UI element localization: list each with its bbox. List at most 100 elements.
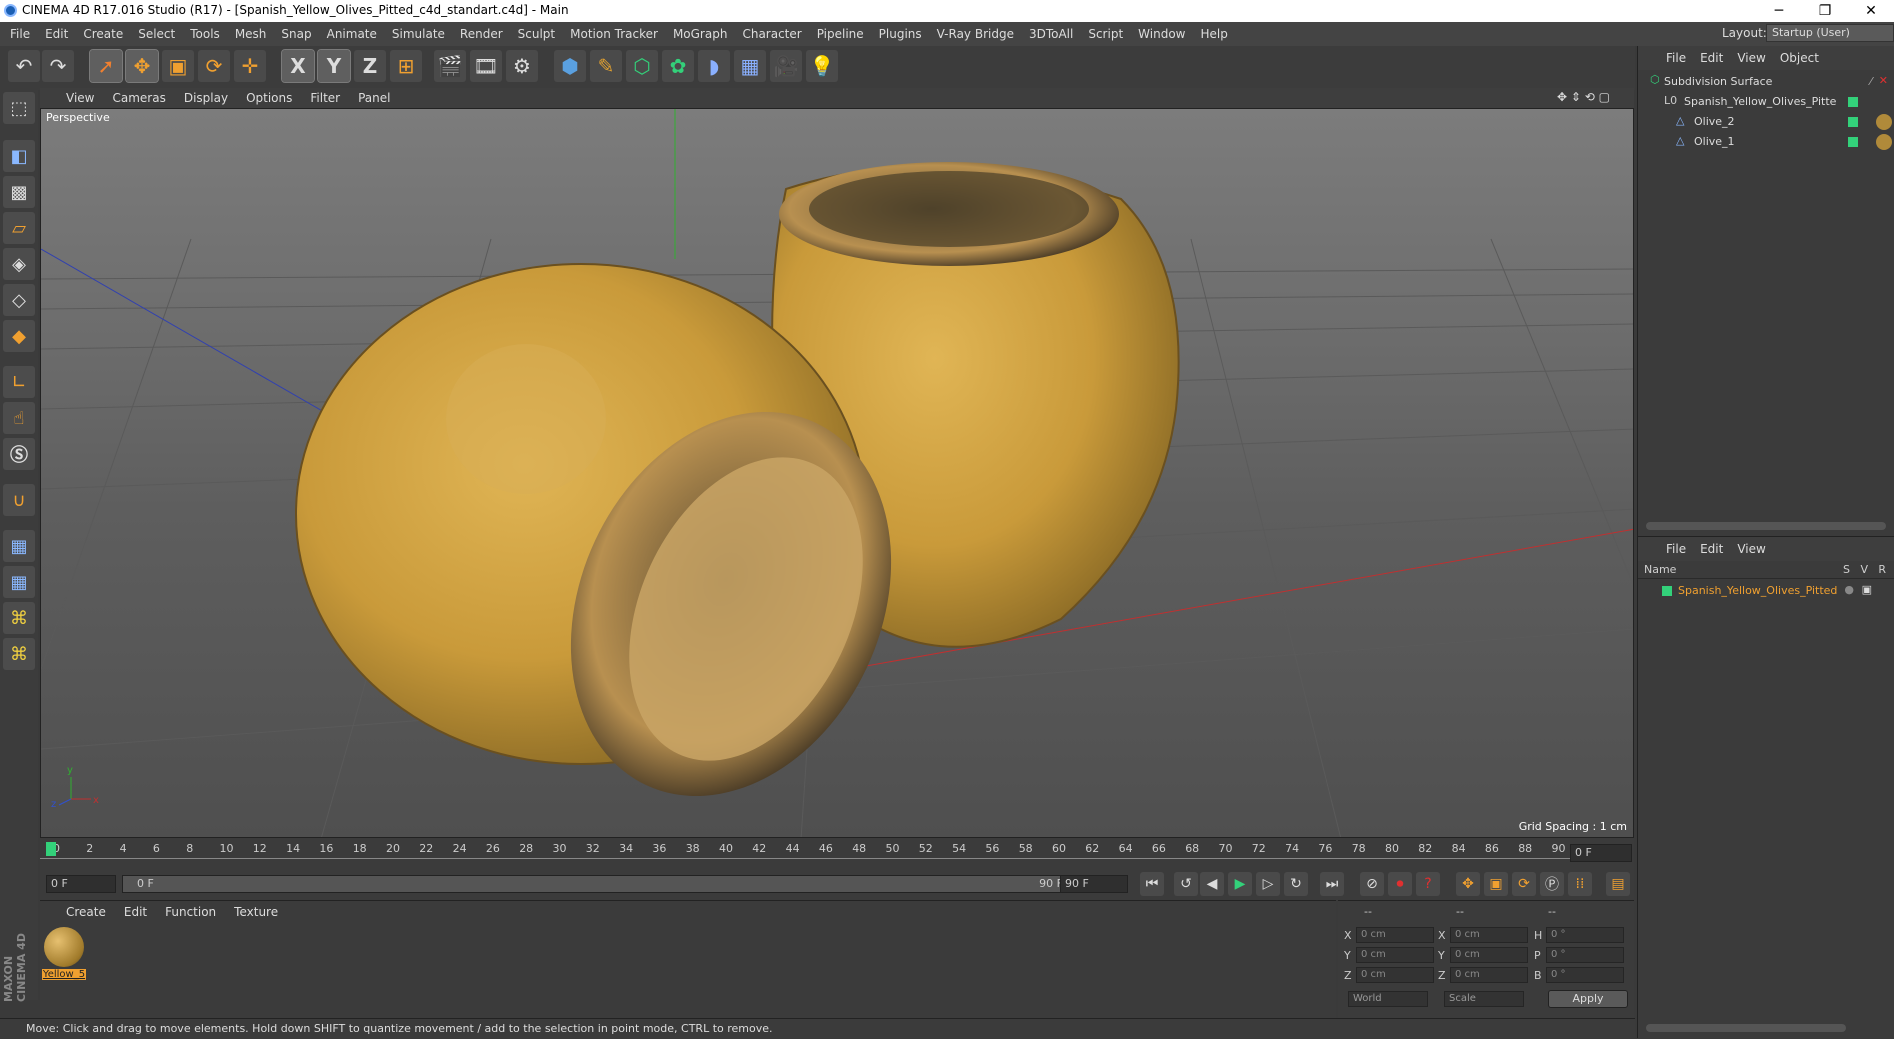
- menu-simulate[interactable]: Simulate: [392, 27, 445, 41]
- light-icon[interactable]: 💡: [806, 50, 838, 82]
- play-icon[interactable]: ▶: [1228, 872, 1252, 896]
- start-frame-field[interactable]: 0 F: [46, 875, 116, 893]
- rotation-h-field[interactable]: 0 °: [1546, 927, 1624, 943]
- key-scale-icon[interactable]: ▣: [1484, 872, 1508, 896]
- record-keys-icon[interactable]: ⊘: [1360, 872, 1384, 896]
- menu-character[interactable]: Character: [742, 27, 801, 41]
- layer-row[interactable]: Spanish_Yellow_Olives_Pitted ● ▣: [1638, 581, 1894, 601]
- menu-mograph[interactable]: MoGraph: [673, 27, 728, 41]
- menu-animate[interactable]: Animate: [327, 27, 377, 41]
- move-icon[interactable]: ✥: [125, 49, 159, 83]
- select-cursor-icon[interactable]: ➚: [89, 49, 123, 83]
- menu-mesh[interactable]: Mesh: [235, 27, 267, 41]
- locked-workplane-icon[interactable]: ▦: [3, 566, 35, 598]
- apply-button[interactable]: Apply: [1548, 990, 1628, 1008]
- minimize-button[interactable]: ─: [1756, 0, 1802, 22]
- layer-menu-file[interactable]: File: [1666, 542, 1686, 556]
- size-x-field[interactable]: 0 cm: [1450, 927, 1528, 943]
- size-y-field[interactable]: 0 cm: [1450, 947, 1528, 963]
- object-menu-object[interactable]: Object: [1780, 51, 1819, 65]
- position-y-field[interactable]: 0 cm: [1356, 947, 1434, 963]
- current-frame-field[interactable]: 0 F: [1570, 844, 1632, 862]
- menu-create[interactable]: Create: [83, 27, 123, 41]
- magnet-icon[interactable]: ∪: [3, 484, 35, 516]
- layer-color-icon[interactable]: [1662, 586, 1672, 596]
- menu-plugins[interactable]: Plugins: [879, 27, 922, 41]
- close-button[interactable]: ✕: [1848, 0, 1894, 22]
- layer-color-icon[interactable]: [1848, 97, 1858, 107]
- cube-primitive-icon[interactable]: ⬢: [554, 50, 586, 82]
- view-eye-icon[interactable]: ▣: [1862, 583, 1872, 596]
- end-frame-field[interactable]: 90 F: [1060, 875, 1128, 893]
- texture-mode-icon[interactable]: ▩: [3, 176, 35, 208]
- menu-file[interactable]: File: [10, 27, 30, 41]
- axis-mode-icon[interactable]: ∟: [3, 366, 35, 398]
- material-menu-function[interactable]: Function: [165, 905, 216, 919]
- perspective-viewport[interactable]: Perspective y x z Grid Spacing: 1 cm: [40, 108, 1634, 838]
- coordinate-system-icon[interactable]: ⊞: [390, 50, 422, 82]
- key-rotation-icon[interactable]: ⟳: [1512, 872, 1536, 896]
- axis-x-icon[interactable]: X: [281, 49, 315, 83]
- timeline-ruler[interactable]: 0 2 4 6 8 10 12 14 16 18 20 22 24 26 28 30 32 34 36 38 40 42 4…: [40, 838, 1634, 868]
- layer-horizontal-scrollbar[interactable]: [1646, 1024, 1846, 1032]
- material-menu-create[interactable]: Create: [66, 905, 106, 919]
- object-row-subdivision[interactable]: ⬡ Subdivision Surface ⁄ ✕: [1638, 72, 1894, 92]
- layout-select[interactable]: Startup (User): [1766, 24, 1894, 42]
- menu-select[interactable]: Select: [138, 27, 175, 41]
- rotation-b-field[interactable]: 0 °: [1546, 967, 1624, 983]
- workplane-icon[interactable]: ▱: [3, 212, 35, 244]
- object-horizontal-scrollbar[interactable]: [1646, 522, 1886, 530]
- subdivision-icon[interactable]: ⬡: [626, 50, 658, 82]
- menu-render[interactable]: Render: [460, 27, 503, 41]
- tweak-mode-icon[interactable]: ☝: [3, 402, 35, 434]
- edges-mode-icon[interactable]: ◇: [3, 284, 35, 316]
- axis-z-icon[interactable]: Z: [354, 50, 386, 82]
- rotation-p-field[interactable]: 0 °: [1546, 947, 1624, 963]
- menu-3dtoall[interactable]: 3DToAll: [1029, 27, 1073, 41]
- timeline-window-icon[interactable]: ▤: [1606, 872, 1630, 896]
- solo-dot-icon[interactable]: ●: [1844, 583, 1854, 596]
- menu-help[interactable]: Help: [1200, 27, 1227, 41]
- preview-range-slider[interactable]: 0 F 90 F: [122, 875, 1072, 893]
- disabled-x-icon[interactable]: ✕: [1879, 74, 1888, 87]
- size-z-field[interactable]: 0 cm: [1450, 967, 1528, 983]
- object-row-group[interactable]: L0 Spanish_Yellow_Olives_Pitte: [1638, 92, 1894, 112]
- material-item-yellow[interactable]: Yellow_5: [42, 927, 86, 985]
- material-menu-edit[interactable]: Edit: [124, 905, 147, 919]
- next-frame-icon[interactable]: ▷: [1256, 872, 1280, 896]
- layer-menu-edit[interactable]: Edit: [1700, 542, 1723, 556]
- undo-icon[interactable]: ↶: [8, 50, 40, 82]
- prev-key-icon[interactable]: ↺: [1174, 872, 1198, 896]
- make-editable-icon[interactable]: ⬚: [3, 92, 35, 124]
- viewport-menu-panel[interactable]: Panel: [358, 91, 390, 105]
- goto-end-icon[interactable]: ⏭: [1320, 872, 1344, 896]
- position-z-field[interactable]: 0 cm: [1356, 967, 1434, 983]
- points-mode-icon[interactable]: ◈: [3, 248, 35, 280]
- key-parameter-icon[interactable]: Ⓟ: [1540, 872, 1564, 896]
- camera-icon[interactable]: 🎥: [770, 50, 802, 82]
- material-menu-texture[interactable]: Texture: [234, 905, 278, 919]
- viewport-menu-display[interactable]: Display: [184, 91, 228, 105]
- menu-pipeline[interactable]: Pipeline: [817, 27, 864, 41]
- viewport-nav-icons[interactable]: ✥ ⇕ ⟲ ▢: [1557, 90, 1610, 104]
- menu-vray-bridge[interactable]: V-Ray Bridge: [937, 27, 1014, 41]
- menu-tools[interactable]: Tools: [190, 27, 220, 41]
- object-menu-edit[interactable]: Edit: [1700, 51, 1723, 65]
- scale-icon[interactable]: ▣: [162, 50, 194, 82]
- visibility-icon[interactable]: ⁄: [1870, 75, 1872, 88]
- object-menu-view[interactable]: View: [1737, 51, 1765, 65]
- position-x-field[interactable]: 0 cm: [1356, 927, 1434, 943]
- render-picture-viewer-icon[interactable]: 🎞: [470, 50, 502, 82]
- redo-icon[interactable]: ↷: [42, 50, 74, 82]
- pen-spline-icon[interactable]: ✎: [590, 50, 622, 82]
- material-tag-icon[interactable]: [1876, 134, 1892, 150]
- python-script-icon[interactable]: ⌘: [3, 638, 35, 670]
- autokey-icon[interactable]: ⏺: [1388, 872, 1412, 896]
- model-mode-icon[interactable]: ◧: [3, 140, 35, 172]
- viewport-menu-filter[interactable]: Filter: [310, 91, 340, 105]
- menu-script[interactable]: Script: [1088, 27, 1123, 41]
- workplane-grid-icon[interactable]: ▦: [3, 530, 35, 562]
- menu-snap[interactable]: Snap: [281, 27, 311, 41]
- floor-icon[interactable]: ▦: [734, 50, 766, 82]
- snap-icon[interactable]: Ⓢ: [3, 438, 35, 470]
